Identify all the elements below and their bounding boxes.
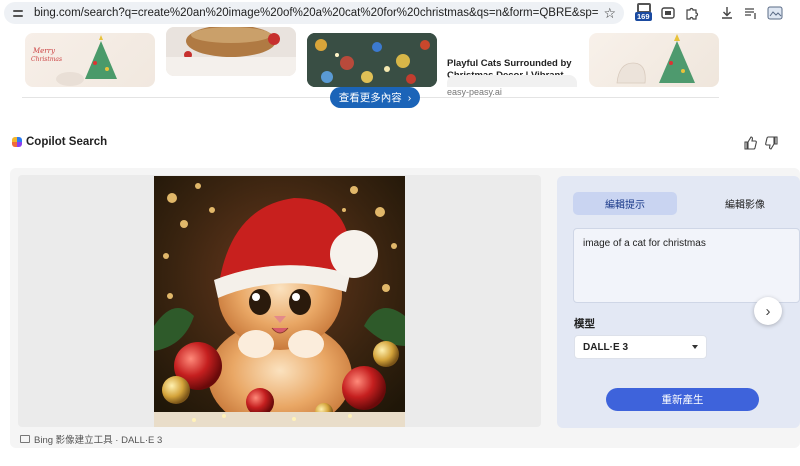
address-bar[interactable]: bing.com/search?q=create%20an%20image%20… bbox=[4, 2, 624, 24]
related-card-source: easy-peasy.ai bbox=[447, 87, 502, 97]
related-image-3[interactable] bbox=[307, 33, 437, 87]
extension-badge-icon[interactable]: 169 bbox=[635, 3, 653, 23]
screenshot-icon[interactable] bbox=[659, 4, 677, 22]
editor-tabs: 編輯提示 編輯影像 bbox=[573, 192, 800, 215]
copilot-title: Copilot Search bbox=[26, 136, 108, 148]
see-more-button[interactable]: 查看更多內容 › bbox=[330, 87, 420, 108]
playlist-icon[interactable] bbox=[742, 4, 760, 22]
related-image-4-partial[interactable] bbox=[447, 75, 577, 87]
prompt-textarea[interactable]: image of a cat for christmas bbox=[573, 228, 800, 303]
url-text[interactable]: bing.com/search?q=create%20an%20image%20… bbox=[34, 7, 599, 19]
download-icon[interactable] bbox=[718, 4, 736, 22]
tab-edit-image[interactable]: 編輯影像 bbox=[693, 192, 797, 215]
site-settings-icon[interactable] bbox=[12, 7, 24, 19]
related-image-1[interactable]: Merry Christmas bbox=[25, 33, 155, 87]
related-image-5[interactable] bbox=[589, 33, 719, 87]
copilot-header: Copilot Search bbox=[12, 136, 107, 148]
caption-text: Bing 影像建立工具 · DALL·E 3 bbox=[34, 435, 163, 446]
model-selected-value: DALL·E 3 bbox=[583, 341, 628, 353]
extension-badge-count: 169 bbox=[635, 12, 652, 21]
next-arrow-button[interactable]: › bbox=[754, 297, 782, 325]
puzzle-icon[interactable] bbox=[683, 4, 701, 22]
svg-text:Merry: Merry bbox=[32, 47, 56, 55]
browser-toolbar: bing.com/search?q=create%20an%20image%20… bbox=[0, 0, 800, 27]
related-image-2[interactable] bbox=[166, 27, 296, 76]
thumbs-up-icon[interactable] bbox=[743, 136, 757, 153]
bookmark-star-icon[interactable]: ☆ bbox=[603, 5, 616, 22]
regenerate-button[interactable]: 重新產生 bbox=[606, 388, 759, 411]
svg-text:Christmas: Christmas bbox=[31, 56, 62, 63]
see-more-label: 查看更多內容 bbox=[338, 92, 402, 104]
tab-edit-prompt[interactable]: 編輯提示 bbox=[573, 192, 677, 215]
thumbs-down-icon[interactable] bbox=[765, 136, 779, 153]
copilot-logo-icon bbox=[12, 137, 22, 147]
profile-icon[interactable] bbox=[766, 4, 784, 22]
chevron-down-icon bbox=[692, 345, 698, 349]
model-label: 模型 bbox=[574, 318, 595, 330]
image-caption: Bing 影像建立工具 · DALL·E 3 bbox=[20, 432, 162, 446]
chevron-right-icon: › bbox=[407, 91, 412, 104]
image-icon bbox=[20, 435, 30, 443]
model-select[interactable]: DALL·E 3 bbox=[574, 335, 707, 359]
related-images-strip: Merry Christmas Playful Cats Surrounded … bbox=[0, 27, 800, 97]
chevron-right-icon: › bbox=[765, 302, 771, 320]
generated-cat-image[interactable] bbox=[154, 176, 405, 427]
